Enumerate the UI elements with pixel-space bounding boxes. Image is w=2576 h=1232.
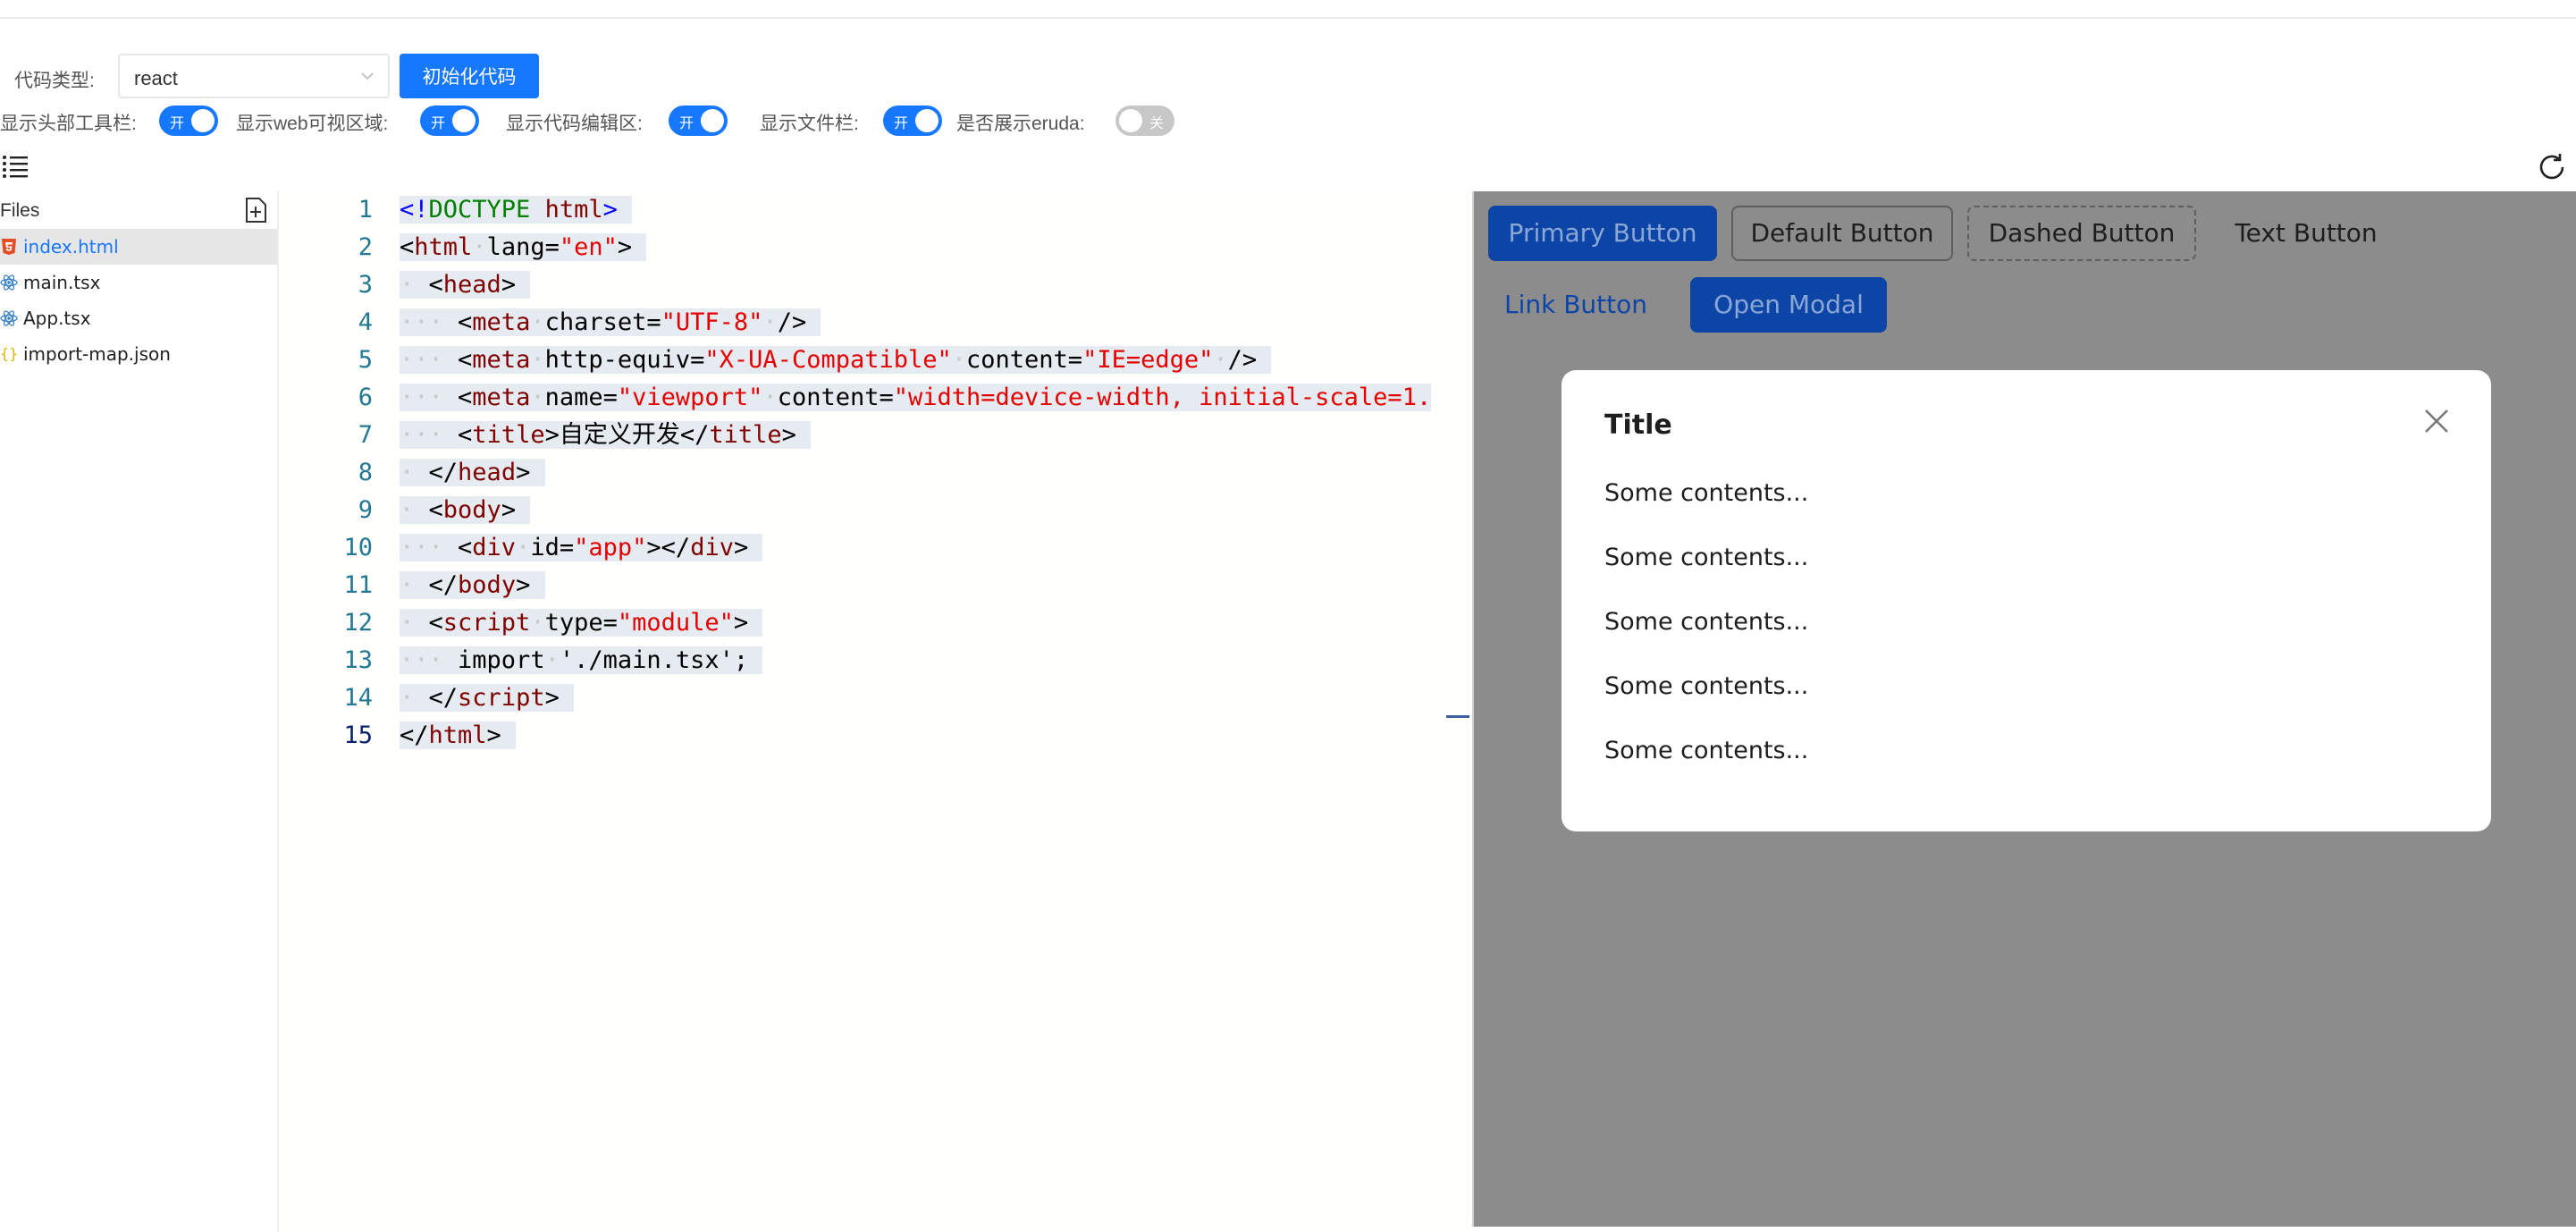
code-line: ··· <meta·charset="UTF-8"·/> <box>400 308 821 336</box>
file-list: index.html main.tsx App.tsx {} import-ma… <box>0 229 277 372</box>
show-web-view-label: 显示web可视区域: <box>236 114 389 134</box>
code-line: <!DOCTYPE html> <box>400 191 1472 229</box>
web-preview: Primary Button Default Button Dashed But… <box>1472 191 2576 1227</box>
modal-title: Title <box>1604 409 1672 441</box>
code-type-value: react <box>134 67 178 89</box>
code-line: · </head> <box>400 459 545 486</box>
list-icon[interactable] <box>2 154 29 179</box>
show-file-panel-label: 显示文件栏: <box>760 114 859 134</box>
modal-body: Some contents... Some contents... Some c… <box>1604 479 2445 801</box>
modal-content-line: Some contents... <box>1604 544 1809 571</box>
code-type-toolbar: 代码类型: react 初始化代码 <box>0 54 894 98</box>
init-code-button[interactable]: 初始化代码 <box>400 54 539 98</box>
switch-state-text: 开 <box>894 116 909 131</box>
code-line: ··· <title>自定义开发</title> <box>400 421 812 449</box>
code-line: ··· <meta·name="viewport"·content="width… <box>400 384 1432 411</box>
switch-knob <box>915 109 939 132</box>
switch-knob <box>1119 109 1142 132</box>
react-icon <box>0 310 18 326</box>
line-number: 3 <box>358 271 373 299</box>
file-name: import-map.json <box>23 343 171 365</box>
display-switches-toolbar: 显示头部工具栏: 开 显示web可视区域: 开 显示代码编辑区: 开 显示文件栏… <box>0 104 1251 139</box>
line-number: 5 <box>358 346 373 374</box>
line-number-gutter: 1 2 3 4 5 6 7 8 9 10 11 12 13 14 15 <box>280 191 378 755</box>
show-file-panel-switch[interactable]: 开 <box>883 105 942 136</box>
file-item-main-tsx[interactable]: main.tsx <box>0 265 277 300</box>
show-eruda-switch[interactable]: 关 <box>1115 105 1174 136</box>
code-line: · <script·type="module"> <box>400 609 763 637</box>
line-number: 9 <box>358 496 373 524</box>
editor-scroll-marker[interactable] <box>1446 715 1469 718</box>
line-number-current: 15 <box>343 721 373 749</box>
link-button[interactable]: Link Button <box>1488 277 1663 333</box>
line-number: 8 <box>358 459 373 486</box>
close-icon[interactable] <box>2421 406 2452 436</box>
code-line: ··· <div·id="app"></div> <box>400 534 763 561</box>
line-number: 10 <box>343 534 373 561</box>
code-line: · <head> <box>400 271 531 299</box>
modal-content-line: Some contents... <box>1604 479 1809 507</box>
modal-content-line: Some contents... <box>1604 672 1809 700</box>
react-icon <box>0 274 18 291</box>
file-item-app-tsx[interactable]: App.tsx <box>0 300 277 336</box>
json-braces-icon: {} <box>0 345 19 362</box>
show-web-view-switch[interactable]: 开 <box>420 105 479 136</box>
line-number: 2 <box>358 233 373 261</box>
top-divider <box>0 17 2576 19</box>
refresh-icon[interactable] <box>2537 152 2567 182</box>
code-editor[interactable]: 1 2 3 4 5 6 7 8 9 10 11 12 13 14 15 <!DO… <box>280 191 1472 1232</box>
switch-state-text: 开 <box>170 116 185 131</box>
line-number: 6 <box>358 384 373 411</box>
code-line: · </body> <box>400 571 545 599</box>
line-number: 14 <box>343 684 373 712</box>
code-line: · </script> <box>400 684 575 712</box>
file-name: App.tsx <box>23 308 91 329</box>
text-button[interactable]: Text Button <box>2212 206 2400 261</box>
open-modal-button[interactable]: Open Modal <box>1690 277 1887 333</box>
line-number: 4 <box>358 308 373 336</box>
line-number: 1 <box>358 196 373 224</box>
line-number: 7 <box>358 421 373 449</box>
show-eruda-label: 是否展示eruda: <box>956 114 1085 134</box>
modal-dialog: Title Some contents... Some contents... … <box>1562 370 2491 831</box>
switch-state-text: 开 <box>431 116 446 131</box>
add-file-icon[interactable] <box>243 197 268 224</box>
default-button[interactable]: Default Button <box>1731 206 1953 261</box>
code-line: ··· <meta·http-equiv="X-UA-Compatible"·c… <box>400 346 1272 374</box>
files-title: Files <box>0 200 40 221</box>
file-name: index.html <box>23 236 119 257</box>
code-content[interactable]: <!DOCTYPE html> <html·lang="en"> · <head… <box>400 191 1472 755</box>
code-line: </html> <box>400 721 517 749</box>
show-header-toolbar-label: 显示头部工具栏: <box>0 114 137 134</box>
modal-content-line: Some contents... <box>1604 608 1809 636</box>
dashed-button[interactable]: Dashed Button <box>1967 206 2196 261</box>
code-line: · <body> <box>400 496 531 524</box>
chevron-down-icon <box>361 72 374 80</box>
file-item-index-html[interactable]: index.html <box>0 229 277 265</box>
file-panel: Files index.html main.tsx App.tsx {} imp… <box>0 191 279 1232</box>
switch-knob <box>191 109 215 132</box>
modal-content-line: Some contents... <box>1604 737 1809 764</box>
switch-state-text: 关 <box>1149 116 1164 131</box>
show-code-editor-switch[interactable]: 开 <box>669 105 728 136</box>
code-type-label: 代码类型: <box>14 71 95 91</box>
switch-knob <box>701 109 724 132</box>
line-number: 13 <box>343 646 373 674</box>
file-item-import-map-json[interactable]: {} import-map.json <box>0 336 277 372</box>
file-name: main.tsx <box>23 272 101 293</box>
primary-button[interactable]: Primary Button <box>1488 206 1717 261</box>
switch-state-text: 开 <box>679 116 695 131</box>
html5-icon <box>2 239 16 255</box>
show-header-toolbar-switch[interactable]: 开 <box>159 105 218 136</box>
code-type-select[interactable]: react <box>118 54 390 98</box>
line-number: 12 <box>343 609 373 637</box>
show-code-editor-label: 显示代码编辑区: <box>506 114 643 134</box>
code-line: <html·lang="en"> <box>400 233 647 261</box>
line-number: 11 <box>343 571 373 599</box>
code-line: ··· import·'./main.tsx'; <box>400 646 763 674</box>
switch-knob <box>452 109 476 132</box>
